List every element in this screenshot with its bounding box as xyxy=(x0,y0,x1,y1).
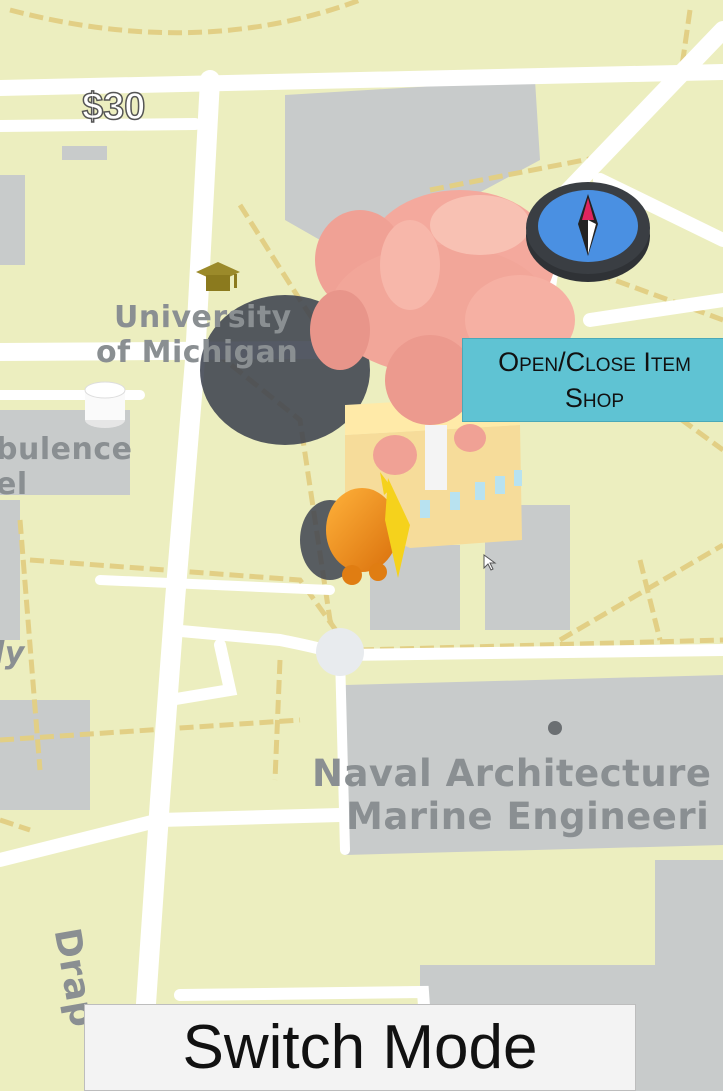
shop-button-line1: Open/Close Item xyxy=(498,347,691,377)
map-label-turbulence-line1: bulence xyxy=(0,432,133,467)
map-label-university-line1: University xyxy=(114,300,292,335)
map-label-partial-ly: ly xyxy=(0,636,25,671)
map-label-naval-line1: Naval Architecture xyxy=(312,752,712,795)
compass-icon[interactable] xyxy=(524,180,652,284)
money-counter: $30 xyxy=(81,85,146,129)
map-label-university: University of Michigan xyxy=(96,300,298,370)
map-label-university-line2: of Michigan xyxy=(96,335,299,370)
map-label-turbulence: bulence el xyxy=(0,432,132,502)
open-close-item-shop-button[interactable]: Open/Close Item Shop xyxy=(462,338,723,422)
map-label-turbulence-line2: el xyxy=(0,467,28,502)
cylinder-landmark xyxy=(84,381,126,428)
roundabout xyxy=(316,628,364,676)
map-label-naval: Naval Architecture Marine Engineeri xyxy=(312,752,712,838)
shop-button-line2: Shop xyxy=(564,383,625,413)
map-label-naval-line2: Marine Engineeri xyxy=(346,795,710,838)
switch-mode-button[interactable]: Switch Mode xyxy=(84,1004,636,1091)
map-canvas[interactable] xyxy=(0,0,723,1091)
map-pin-dot xyxy=(548,721,562,735)
